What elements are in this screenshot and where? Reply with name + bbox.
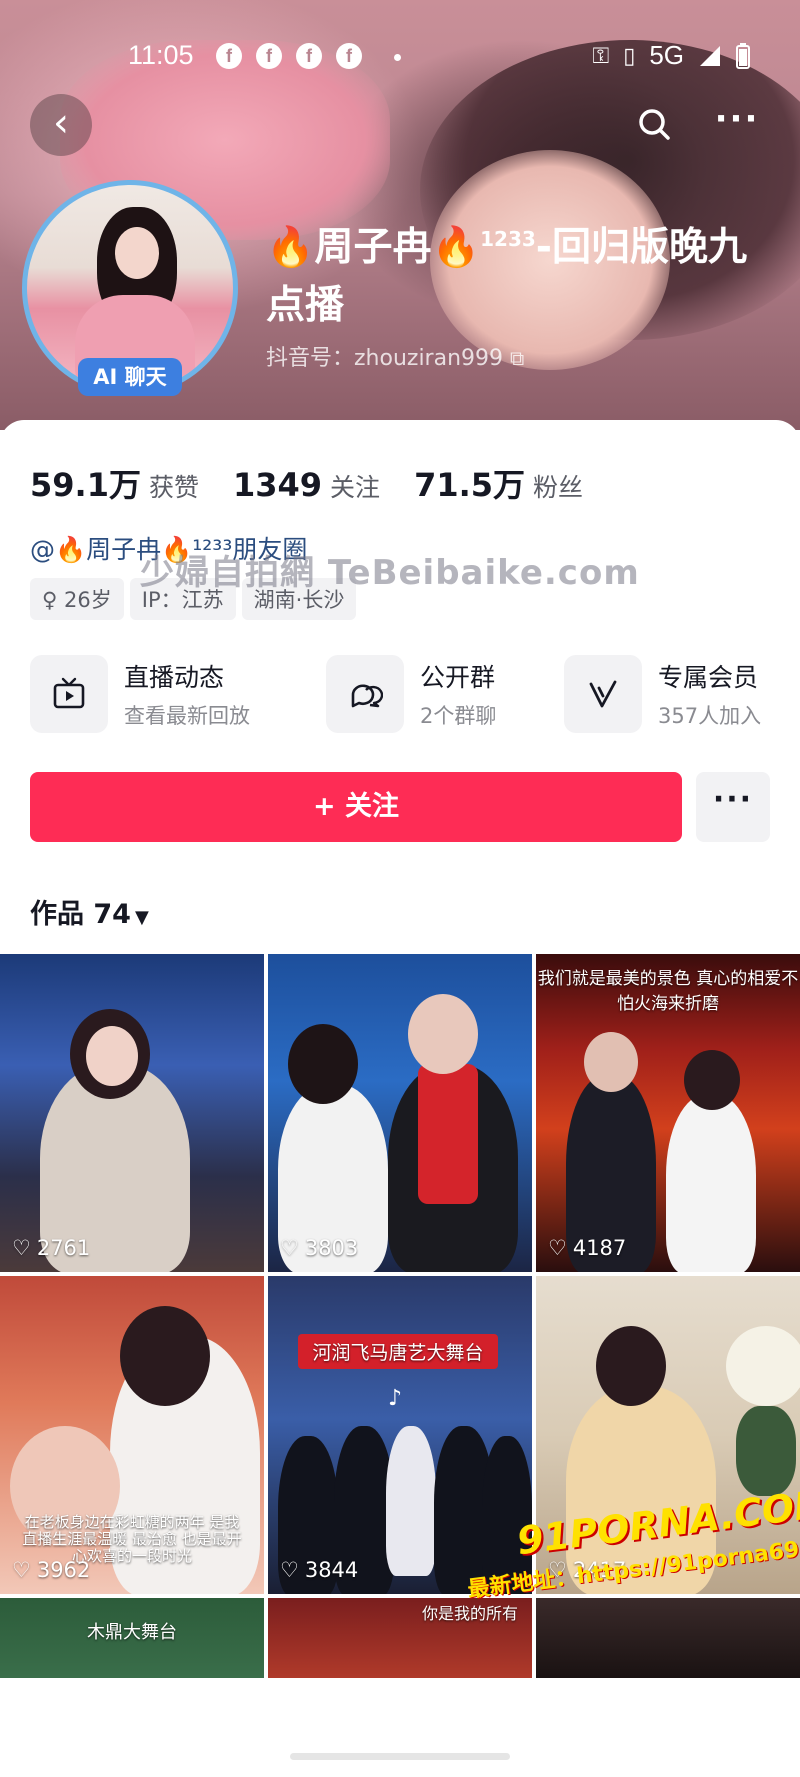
status-time: 11:05 [128, 40, 194, 70]
video-thumbnail[interactable]: ♡ 3803 [268, 954, 532, 1272]
facebook-notification-icon: f [296, 43, 322, 69]
membership-v-icon [589, 680, 617, 708]
stat-following[interactable]: 1349 关注 [233, 466, 380, 504]
site-watermark: 91PORNA.COM 最新地址：https://91porna69.com [466, 1480, 800, 1603]
heart-icon: ♡ [548, 1236, 567, 1260]
vibrate-icon: ▯ [623, 42, 636, 68]
facebook-notification-icon: f [336, 43, 362, 69]
facebook-notification-icon: f [256, 43, 282, 69]
home-indicator[interactable] [290, 1753, 510, 1760]
caret-down-icon: ▼ [134, 907, 149, 928]
membership-entry[interactable]: 专属会员 357人加入 [564, 655, 761, 733]
like-count: ♡ 3844 [280, 1558, 359, 1582]
chat-bubbles-icon [351, 684, 383, 708]
more-options-button[interactable]: ··· [712, 102, 762, 144]
video-thumbnail[interactable] [536, 1598, 800, 1678]
tiktok-logo-icon: ♪ [388, 1386, 403, 1411]
stat-likes[interactable]: 59.1万 获赞 [30, 460, 199, 506]
like-count: ♡ 3962 [12, 1558, 91, 1582]
feature-row: 直播动态 查看最新回放 公开群 2个群聊 专属会员 357人加入 [30, 655, 770, 735]
follow-button[interactable]: + 关注 [30, 772, 682, 842]
more-notifications-dot [394, 54, 401, 61]
signal-icon [700, 45, 720, 66]
network-type: 5G [649, 40, 684, 70]
heart-icon: ♡ [280, 1236, 299, 1260]
facebook-notification-icon: f [216, 43, 242, 69]
chevron-left-icon: ‹ [53, 100, 69, 146]
video-thumbnail[interactable]: ♡ 2761 [0, 954, 264, 1272]
like-count: ♡ 2761 [12, 1236, 91, 1260]
video-thumbnail[interactable]: 在老板身边在彩虹糖的两年 是我直播生涯最温暖 最治愈 也是最开心欢喜的一段时光 … [0, 1276, 264, 1594]
tv-icon [53, 677, 85, 709]
video-thumbnail[interactable]: 你是我的所有 [268, 1598, 532, 1678]
watermark: 少婦自拍網 TeBeibaike.com [140, 553, 640, 593]
profile-header: 11:05 f f f f ⚿ ▯ 5G ‹ ··· AI 聊天 🔥周子冉🔥12… [0, 0, 800, 430]
age-tag: ♀ 26岁 [30, 578, 124, 620]
search-icon [639, 109, 670, 140]
more-actions-button[interactable]: ··· [696, 772, 770, 842]
stat-followers[interactable]: 71.5万 粉丝 [414, 460, 583, 506]
like-count: ♡ 4187 [548, 1236, 627, 1260]
public-group-entry[interactable]: 公开群 2个群聊 [326, 655, 496, 733]
works-tab[interactable]: 作品 74 ▼ [30, 892, 149, 931]
heart-icon: ♡ [12, 1236, 31, 1260]
copy-icon[interactable]: ⧉ [510, 346, 524, 370]
vpn-key-icon: ⚿ [592, 42, 610, 68]
ellipsis-icon: ··· [714, 99, 760, 139]
live-dynamics-entry[interactable]: 直播动态 查看最新回放 [30, 655, 250, 733]
video-thumbnail[interactable]: 木鼎大舞台 [0, 1598, 264, 1678]
back-button[interactable]: ‹ [30, 94, 92, 156]
douyin-id[interactable]: 抖音号：zhouziran999 ⧉ [266, 340, 524, 372]
stats-row: 59.1万 获赞 1349 关注 71.5万 粉丝 [30, 460, 583, 506]
heart-icon: ♡ [280, 1558, 299, 1582]
status-bar: 11:05 f f f f ⚿ ▯ 5G [0, 36, 800, 76]
video-thumbnail[interactable]: 我们就是最美的景色 真心的相爱不怕火海来折磨 ♡ 4187 [536, 954, 800, 1272]
heart-icon: ♡ [12, 1558, 31, 1582]
ai-chat-badge[interactable]: AI 聊天 [78, 358, 182, 396]
search-button[interactable] [630, 100, 680, 150]
battery-icon [736, 42, 750, 69]
like-count: ♡ 3803 [280, 1236, 359, 1260]
profile-nickname: 🔥周子冉🔥1233-回归版晚九点播 [266, 225, 747, 328]
